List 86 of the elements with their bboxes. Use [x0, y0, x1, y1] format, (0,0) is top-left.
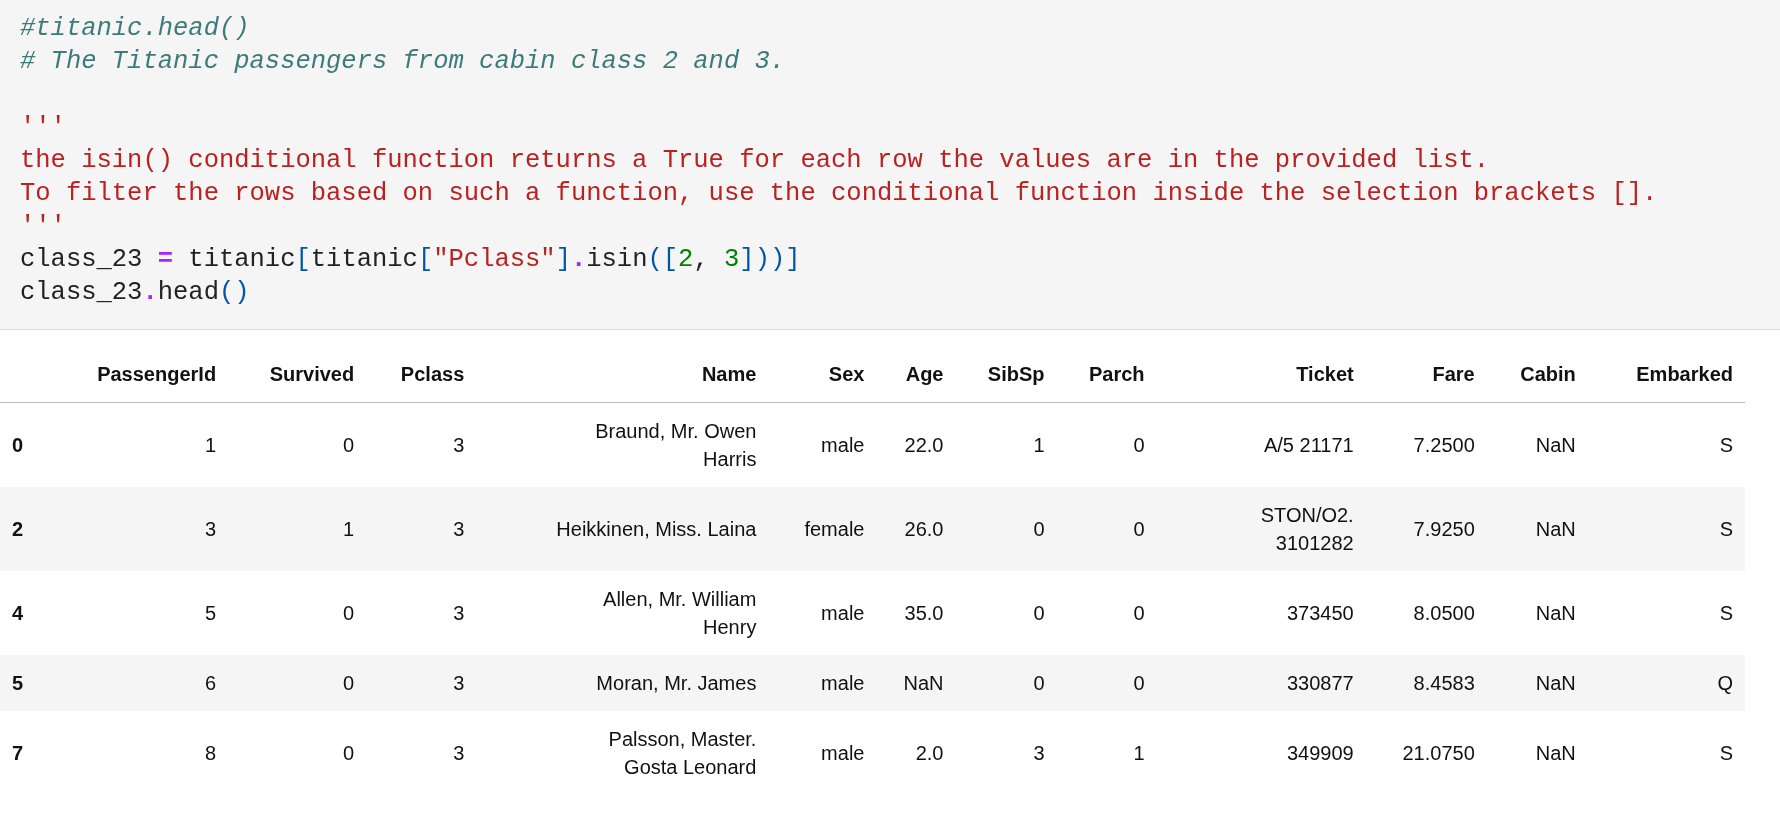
- table-cell: 0: [228, 711, 367, 795]
- table-cell: 0: [955, 487, 1057, 571]
- table-cell: 0: [1056, 487, 1157, 571]
- table-cell: 8.4583: [1365, 655, 1487, 711]
- column-header: Fare: [1365, 352, 1487, 403]
- code-line: class_23.head(): [20, 277, 250, 309]
- table-cell: NaN: [1486, 655, 1588, 711]
- table-cell: 7.9250: [1365, 487, 1487, 571]
- column-header: PassengerId: [43, 352, 229, 403]
- table-cell: 8.0500: [1365, 571, 1487, 655]
- table-cell: Braund, Mr. Owen Harris: [476, 402, 769, 487]
- table-cell: 0: [228, 402, 367, 487]
- table-cell: 0: [228, 655, 367, 711]
- table-cell: 35.0: [876, 571, 956, 655]
- row-index: 4: [0, 571, 43, 655]
- table-cell: 3: [43, 487, 229, 571]
- table-cell: Moran, Mr. James: [476, 655, 769, 711]
- table-cell: 3: [366, 487, 477, 571]
- column-header: Pclass: [366, 352, 477, 403]
- table-cell: S: [1587, 571, 1745, 655]
- table-cell: 5: [43, 571, 229, 655]
- table-cell: 8: [43, 711, 229, 795]
- table-cell: 1: [228, 487, 367, 571]
- column-header: Age: [876, 352, 956, 403]
- column-header: Ticket: [1156, 352, 1366, 403]
- column-header: Cabin: [1486, 352, 1588, 403]
- table-cell: S: [1587, 402, 1745, 487]
- table-cell: Allen, Mr. William Henry: [476, 571, 769, 655]
- code-line: ''': [20, 112, 66, 144]
- table-cell: 1: [955, 402, 1057, 487]
- table-cell: 0: [955, 655, 1057, 711]
- column-header: Name: [476, 352, 769, 403]
- table-cell: STON/O2. 3101282: [1156, 487, 1366, 571]
- table-cell: A/5 21171: [1156, 402, 1366, 487]
- table-cell: 3: [366, 571, 477, 655]
- table-cell: 6: [43, 655, 229, 711]
- table-cell: 330877: [1156, 655, 1366, 711]
- table-cell: 26.0: [876, 487, 956, 571]
- row-index: 2: [0, 487, 43, 571]
- code-line: the isin() conditional function returns a True for each row the values are in the provided list.: [20, 145, 1490, 177]
- table-cell: 3: [366, 655, 477, 711]
- column-header: Parch: [1056, 352, 1157, 403]
- table-cell: 0: [1056, 402, 1157, 487]
- table-cell: 349909: [1156, 711, 1366, 795]
- table-cell: 21.0750: [1365, 711, 1487, 795]
- table-cell: Heikkinen, Miss. Laina: [476, 487, 769, 571]
- row-index: 7: [0, 711, 43, 795]
- table-cell: male: [768, 402, 877, 487]
- table-cell: 373450: [1156, 571, 1366, 655]
- table-cell: NaN: [1486, 571, 1588, 655]
- table-cell: Q: [1587, 655, 1745, 711]
- table-cell: 7.2500: [1365, 402, 1487, 487]
- table-cell: female: [768, 487, 877, 571]
- table-cell: NaN: [1486, 711, 1588, 795]
- table-cell: 1: [1056, 711, 1157, 795]
- table-cell: S: [1587, 711, 1745, 795]
- table-cell: 22.0: [876, 402, 956, 487]
- table-cell: Palsson, Master. Gosta Leonard: [476, 711, 769, 795]
- table-cell: S: [1587, 487, 1745, 571]
- code-line: # The Titanic passengers from cabin class 2 and 3.: [20, 46, 786, 78]
- table-cell: 0: [228, 571, 367, 655]
- table-cell: 2.0: [876, 711, 956, 795]
- code-cell[interactable]: [0, 0, 1780, 330]
- table-cell: male: [768, 571, 877, 655]
- table-cell: NaN: [876, 655, 956, 711]
- table-cell: 0: [955, 571, 1057, 655]
- table-cell: 1: [43, 402, 229, 487]
- table-cell: male: [768, 711, 877, 795]
- row-index: 5: [0, 655, 43, 711]
- table-cell: 3: [366, 402, 477, 487]
- code-line: #titanic.head(): [20, 13, 250, 45]
- table-cell: 0: [1056, 655, 1157, 711]
- table-cell: 0: [1056, 571, 1157, 655]
- table-cell: 3: [955, 711, 1057, 795]
- code-line: To filter the rows based on such a function, use the conditional function inside the selection brackets [].: [20, 178, 1658, 210]
- table-cell: NaN: [1486, 402, 1588, 487]
- code-line: class_23 = titanic[titanic["Pclass"].isin([2, 3]))]: [20, 244, 801, 276]
- column-header: Embarked: [1587, 352, 1745, 403]
- column-header: Survived: [228, 352, 367, 403]
- table-cell: 3: [366, 711, 477, 795]
- table-cell: NaN: [1486, 487, 1588, 571]
- row-index: 0: [0, 402, 43, 487]
- code-line: ''': [20, 211, 66, 243]
- table-cell: male: [768, 655, 877, 711]
- column-header: SibSp: [955, 352, 1057, 403]
- column-header: Sex: [768, 352, 877, 403]
